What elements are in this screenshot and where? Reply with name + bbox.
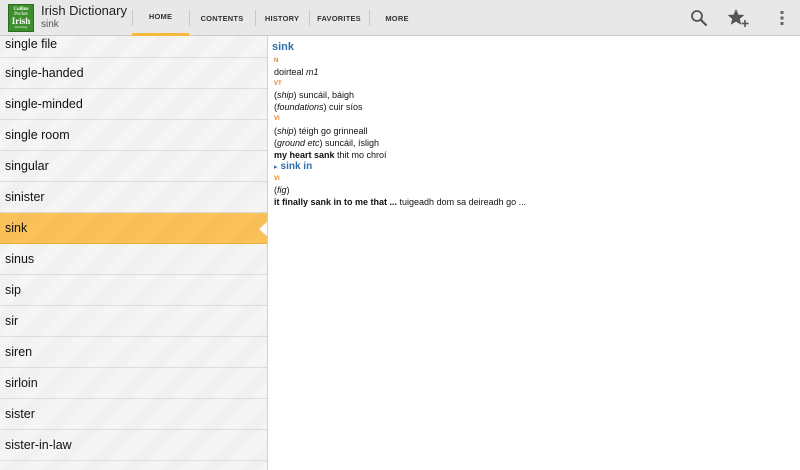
phrasal-verb-label: sink in [280, 161, 313, 172]
tab-history[interactable]: HISTORY [255, 0, 309, 36]
list-item[interactable]: sir [0, 306, 267, 337]
list-item[interactable]: sip [0, 275, 267, 306]
list-item[interactable]: sinister [0, 182, 267, 213]
list-item[interactable]: single file [0, 36, 267, 58]
list-item-selected[interactable]: sink [0, 213, 267, 244]
translation-line: (ship) téigh go grinneall [274, 126, 368, 136]
app-subtitle: sink [41, 19, 59, 30]
overflow-menu-icon[interactable] [771, 7, 793, 29]
list-item[interactable]: sister [0, 399, 267, 430]
translation-line: (ground etc) suncáil, ísligh [274, 138, 379, 148]
triangle-right-icon: ▸ [274, 164, 278, 171]
example-line: my heart sank thit mo chroí [274, 150, 387, 160]
translation-text: doirteal [274, 67, 307, 77]
tab-contents[interactable]: CONTENTS [189, 0, 255, 36]
list-item[interactable]: single room [0, 120, 267, 151]
tab-bar: HOME CONTENTS HISTORY FAVORITES MORE [132, 0, 425, 36]
example-line: it finally sank in to me that ... tuigea… [274, 197, 526, 207]
gender-label: m1 [306, 67, 319, 77]
tab-home[interactable]: HOME [132, 0, 189, 36]
list-item[interactable]: single-handed [0, 58, 267, 89]
context-label: fig [277, 185, 287, 195]
part-of-speech: VI [274, 116, 280, 122]
list-item[interactable]: siren [0, 337, 267, 368]
list-item[interactable]: singular [0, 151, 267, 182]
logo-text-dictionary: Dictionary [14, 25, 28, 29]
translation-text: ) suncáil, báigh [293, 90, 355, 100]
list-item[interactable]: sister-in-law [0, 430, 267, 461]
star-plus-icon[interactable] [727, 7, 749, 29]
part-of-speech: VT [274, 81, 282, 87]
phrasal-verb-heading[interactable]: ▸ sink in [274, 161, 312, 172]
title-block: Irish Dictionary sink [41, 3, 127, 30]
context-label: foundations [277, 102, 324, 112]
translation-text: tuigeadh dom sa deireadh go ... [397, 197, 527, 207]
example-phrase: it finally sank in to me that ... [274, 197, 398, 207]
translation-text: thit mo chroí [334, 150, 387, 160]
search-icon[interactable] [688, 7, 710, 29]
translation-line: (fig) [274, 185, 290, 195]
translation-line: (foundations) cuir síos [274, 102, 363, 112]
word-list[interactable]: single file single-handed single-minded … [0, 36, 267, 470]
tab-more[interactable]: MORE [369, 0, 425, 36]
example-phrase: my heart sank [274, 150, 335, 160]
entry-headword: sink [272, 41, 295, 53]
app-logo-icon[interactable]: Collins Pocket Irish Dictionary [8, 4, 34, 32]
context-label: ground etc [277, 138, 320, 148]
part-of-speech: VI [274, 176, 280, 182]
paren: ) [286, 185, 290, 195]
tab-favorites[interactable]: FAVORITES [309, 0, 369, 36]
part-of-speech: N [274, 58, 279, 64]
translation-text: ) téigh go grinneall [293, 126, 368, 136]
action-bar: Collins Pocket Irish Dictionary Irish Di… [0, 0, 800, 36]
app-title: Irish Dictionary [41, 3, 127, 18]
translation-line: (ship) suncáil, báigh [274, 90, 354, 100]
context-label: ship [277, 126, 294, 136]
context-label: ship [277, 90, 294, 100]
translation-line: doirteal m1 [274, 67, 319, 77]
list-item[interactable]: sinus [0, 244, 267, 275]
list-item[interactable]: single-minded [0, 89, 267, 120]
translation-text: ) cuir síos [323, 102, 363, 112]
translation-text: ) suncáil, ísligh [319, 138, 380, 148]
list-item[interactable]: sirloin [0, 368, 267, 399]
